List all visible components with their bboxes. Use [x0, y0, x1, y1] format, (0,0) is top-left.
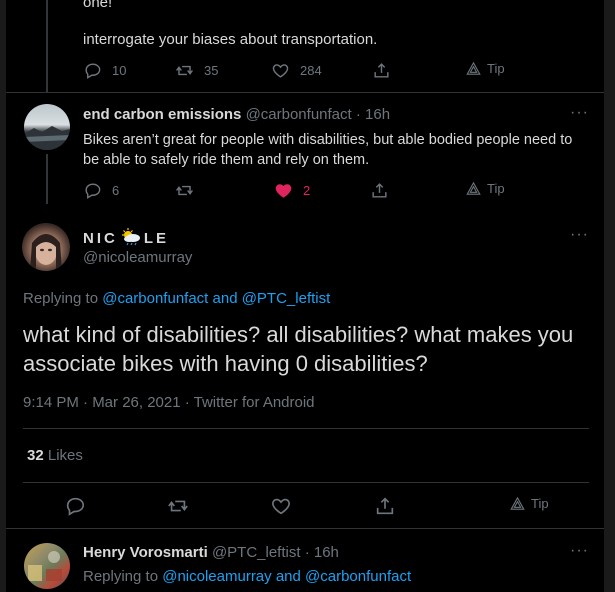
tweet-header: Henry Vorosmarti @PTC_leftist · 16h [83, 544, 339, 561]
likes-stat[interactable]: 32 Likes [27, 447, 83, 464]
display-name[interactable]: end carbon emissions [83, 106, 241, 123]
tip-button[interactable]: Tip [510, 496, 549, 511]
replying-to-users[interactable]: @nicoleamurray and @carbonfunfact [162, 568, 411, 585]
avatar[interactable] [24, 543, 70, 589]
retweet-icon [168, 500, 188, 512]
handle[interactable]: @PTC_leftist [212, 544, 301, 561]
display-name[interactable]: NIC LE [83, 228, 169, 247]
divider [6, 528, 604, 529]
share-icon [376, 497, 394, 515]
handle[interactable]: @nicoleamurray [83, 249, 192, 266]
tip-label: Tip [531, 496, 549, 511]
replying-to: Replying to @nicoleamurray and @carbonfu… [83, 568, 411, 585]
retweet-button[interactable] [167, 495, 189, 517]
timestamp[interactable]: · 16h [356, 106, 390, 123]
share-button[interactable] [370, 181, 389, 200]
share-button[interactable] [372, 61, 391, 80]
tweet-header: end carbon emissions @carbonfunfact · 16… [83, 106, 390, 123]
reply-count: 6 [112, 183, 120, 198]
avatar[interactable] [24, 104, 70, 150]
share-icon [374, 63, 389, 78]
likes-count: 32 [27, 447, 44, 464]
reply-count: 10 [112, 63, 127, 78]
display-name-part: LE [143, 230, 170, 247]
like-button[interactable]: 2 [274, 181, 310, 200]
retweet-icon [176, 65, 193, 76]
landscape-image [24, 126, 70, 150]
more-options-icon[interactable]: ··· [570, 542, 589, 560]
reply-icon [85, 183, 101, 199]
reply-button[interactable] [64, 495, 86, 517]
heart-filled-icon [275, 184, 292, 198]
timestamp[interactable]: · 16h [305, 544, 339, 561]
face-image [30, 234, 62, 271]
like-count: 284 [300, 63, 322, 78]
tweet-text-main: what kind of disabilities? all disabilit… [23, 322, 574, 376]
photo-image [28, 551, 62, 581]
retweet-count: 35 [204, 63, 219, 78]
replying-to-label: Replying to [83, 568, 163, 585]
reply-button[interactable]: 10 [83, 61, 126, 80]
share-button[interactable] [374, 495, 396, 517]
window-left-edge [0, 0, 6, 592]
sun-behind-rain-cloud-icon [121, 228, 140, 246]
replying-to-users[interactable]: @carbonfunfact and @PTC_leftist [102, 290, 330, 307]
reply-icon [66, 497, 85, 516]
tip-icon [466, 181, 481, 195]
divider [6, 92, 604, 93]
divider [23, 428, 589, 429]
divider [23, 482, 589, 483]
tip-label: Tip [487, 181, 505, 196]
replying-to: Replying to @carbonfunfact and @PTC_left… [23, 290, 330, 307]
retweet-button[interactable]: 35 [175, 61, 218, 80]
heart-icon [272, 498, 290, 515]
tip-icon [510, 496, 525, 510]
likes-label: Likes [43, 447, 83, 464]
tip-label: Tip [487, 61, 505, 76]
reply-button[interactable]: 6 [83, 181, 119, 200]
avatar[interactable] [22, 223, 70, 271]
more-options-icon[interactable]: ··· [570, 104, 589, 122]
retweet-icon [176, 185, 193, 196]
thread-line [46, 154, 48, 204]
heart-icon [272, 64, 289, 78]
display-name-part: NIC [83, 230, 118, 247]
tip-icon [466, 61, 481, 75]
like-button[interactable] [270, 495, 292, 517]
display-name[interactable]: Henry Vorosmarti [83, 544, 208, 561]
tweet-timestamp[interactable]: 9:14 PM · Mar 26, 2021 · Twitter for And… [23, 394, 315, 411]
reply-icon [85, 63, 101, 79]
retweet-button[interactable] [175, 181, 194, 200]
tweet-text: Bikes aren’t great for people with disab… [83, 132, 573, 168]
tip-button[interactable]: Tip [466, 61, 505, 76]
tweet-text-partial: one! [83, 0, 113, 11]
like-button[interactable]: 284 [271, 61, 322, 80]
tweet-text: interrogate your biases about transporta… [83, 31, 378, 48]
more-options-icon[interactable]: ··· [570, 226, 589, 244]
handle[interactable]: @carbonfunfact [246, 106, 352, 123]
like-count: 2 [303, 183, 311, 198]
thread-line [46, 0, 48, 92]
tip-button[interactable]: Tip [466, 181, 505, 196]
replying-to-label: Replying to [23, 290, 103, 307]
share-icon [372, 183, 387, 198]
window-right-edge [604, 0, 615, 592]
